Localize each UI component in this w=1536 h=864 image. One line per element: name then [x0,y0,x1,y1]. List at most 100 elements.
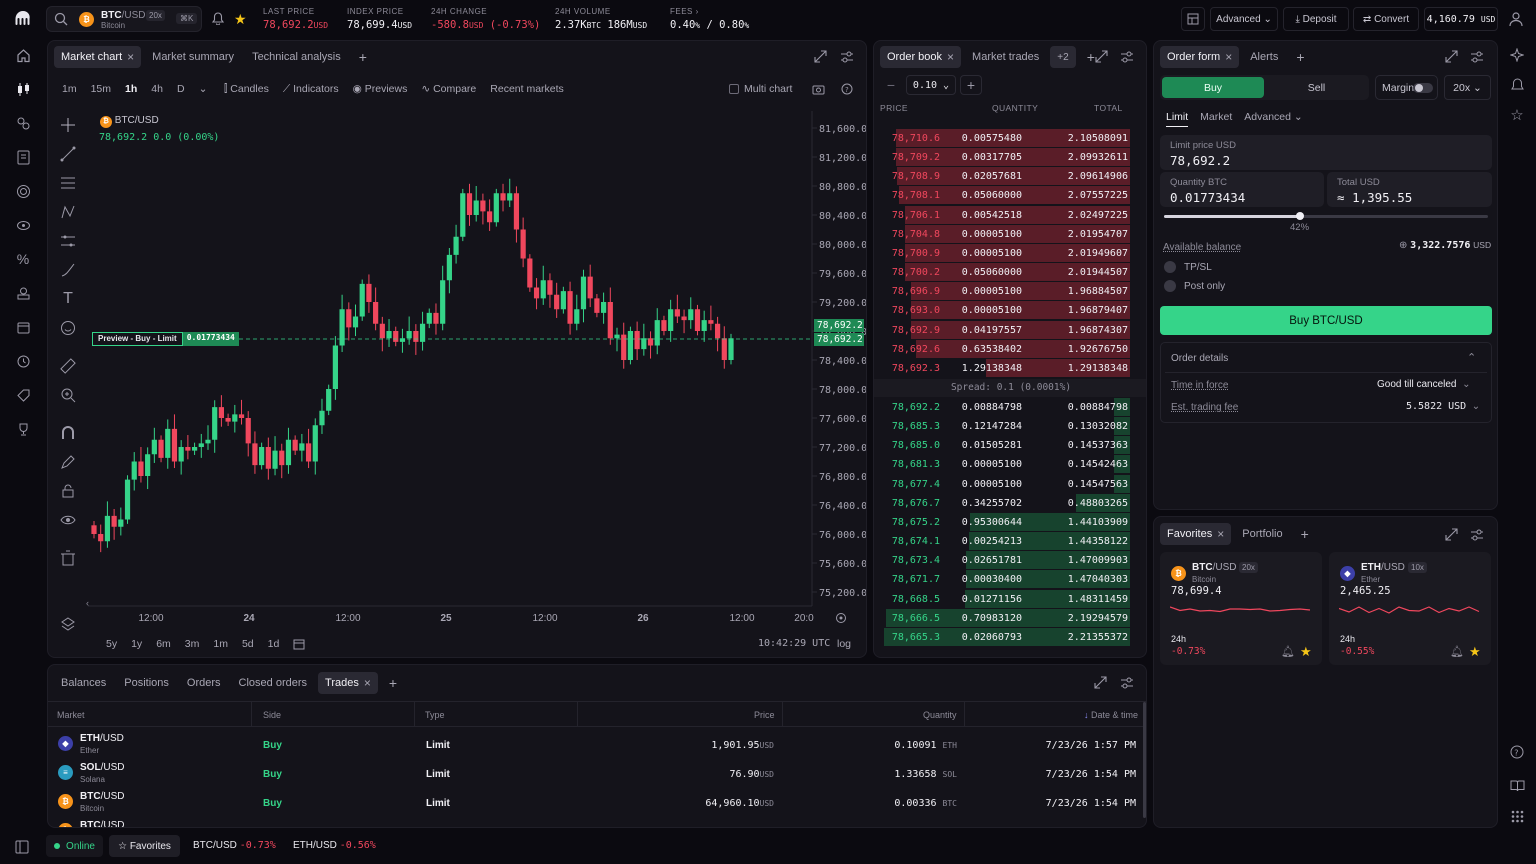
quantity-field[interactable]: Quantity BTC 0.01773434 [1160,172,1324,207]
header-market[interactable]: Market [57,710,85,720]
close-icon[interactable]: × [947,50,954,64]
tab-portfolio[interactable]: Portfolio [1235,523,1289,545]
range-5d[interactable]: 5d [242,638,254,653]
bid-row[interactable]: 78,668.5 0.01271156 1.48311459 [874,589,1130,609]
convert-button[interactable]: ⇄ Convert [1353,7,1419,31]
chevron-up-icon[interactable]: ⌃ [1467,351,1476,364]
post-only-option[interactable]: Post only [1164,280,1225,292]
range-1y[interactable]: 1y [131,638,142,653]
close-icon[interactable]: × [1217,527,1224,541]
range-6m[interactable]: 6m [156,638,171,653]
bid-row[interactable]: 78,676.7 0.34255702 0.48803265 [874,493,1130,513]
header-side[interactable]: Side [263,710,281,720]
sell-side-button[interactable]: Sell [1266,77,1367,98]
nav-home-icon[interactable] [0,40,46,70]
expand-icon[interactable] [1445,50,1458,66]
add-tab-button[interactable]: + [1294,523,1316,545]
market-selector[interactable]: ₿ BTC/USD Bitcoin 20x ⌘K [46,6,202,32]
vertical-scrollbar[interactable] [1143,702,1146,818]
order-type-advanced[interactable]: Advanced ⌄ [1244,111,1302,127]
expand-icon[interactable] [1095,50,1108,66]
favorite-card[interactable]: ₿ BTC/USD 20x Bitcoin 78,699.4 24h -0.73… [1160,552,1322,665]
favorite-star-icon[interactable]: ★ [1469,644,1481,660]
help-circle-icon[interactable]: ? [1502,737,1532,767]
advanced-mode-button[interactable]: Advanced ⌄ [1210,7,1278,31]
favorites-ticker-button[interactable]: ☆ Favorites [109,835,180,857]
expand-icon[interactable] [1094,676,1107,692]
range-5y[interactable]: 5y [106,638,117,653]
order-type-market[interactable]: Market [1200,111,1232,127]
favorite-card[interactable]: ◆ ETH/USD 10x Ether 2,465.25 24h -0.55% … [1329,552,1491,665]
ask-row[interactable]: 78,708.1 0.05060000 2.07557225 [874,186,1130,205]
ask-row[interactable]: 78,706.1 0.00542518 2.02497225 [874,205,1130,225]
ask-row[interactable]: 78,692.9 0.04197557 1.96874307 [874,320,1130,340]
account-balance[interactable]: 4,160.79 USD [1424,7,1498,31]
bid-row[interactable]: 78,685.3 0.12147284 0.13032082 [874,417,1130,436]
kraken-logo-icon[interactable] [14,10,32,28]
expand-icon[interactable] [1445,528,1458,544]
margin-toggle[interactable]: Margin [1375,75,1438,100]
favorite-star-icon[interactable]: ★ [234,11,247,28]
ask-row[interactable]: 78,693.0 0.00005100 1.96879407 [874,301,1130,320]
bid-row[interactable]: 78,692.2 0.00884798 0.00884798 [874,398,1130,417]
range-3m[interactable]: 3m [185,638,200,653]
bid-row[interactable]: 78,677.4 0.00005100 0.14547563 [874,474,1130,494]
bell-icon[interactable]: 🔔︎ [1450,645,1464,658]
nav-percent-icon[interactable]: % [0,244,46,274]
table-row[interactable]: ₿ BTC/USD Bitcoin Buy Limit 64,960.10USD… [48,787,1146,816]
bid-row[interactable]: 78,673.4 0.02651781 1.47009903 [874,551,1130,570]
tab-more[interactable]: +2 [1050,46,1076,68]
tab-balances[interactable]: Balances [54,672,113,694]
tab-alerts[interactable]: Alerts [1243,46,1285,68]
nav-trade-icon[interactable] [0,74,46,104]
chart-settings-gear-icon[interactable] [835,612,847,627]
nav-trophy-icon[interactable] [0,414,46,444]
ticker-btc[interactable]: BTC/USD -0.73% [193,840,276,851]
ask-row[interactable]: 78,708.9 0.02057681 2.09614906 [874,167,1130,186]
grouping-select[interactable]: 0.10 ⌄ [906,75,956,95]
header-type[interactable]: Type [425,710,445,720]
tpsl-checkbox[interactable] [1164,261,1176,273]
table-row[interactable]: ₿ BTC/USD Buy Limit 64,950.50USD 0.00336… [48,816,1146,827]
total-field[interactable]: Total USD ≈ 1,395.55 [1327,172,1492,207]
settings-sliders-icon[interactable] [1120,676,1134,692]
tab-order-book[interactable]: Order book × [880,46,962,68]
quantity-value[interactable]: 0.01773434 [1170,190,1245,205]
ask-row[interactable]: 78,700.9 0.00005100 2.01949607 [874,243,1130,263]
book-icon[interactable] [1502,770,1532,800]
favorite-star-icon[interactable]: ★ [1300,644,1312,660]
bid-row[interactable]: 78,681.3 0.00005100 0.14542463 [874,455,1130,474]
range-1d[interactable]: 1d [268,638,280,653]
nav-staking-icon[interactable] [0,210,46,240]
tpsl-option[interactable]: TP/SL [1164,261,1212,273]
add-tab-button[interactable]: + [382,672,404,694]
tab-market-trades[interactable]: Market trades [965,46,1046,68]
settings-sliders-icon[interactable] [1120,50,1134,66]
nav-tag-icon[interactable] [0,380,46,410]
header-price[interactable]: Price [754,710,775,720]
tab-positions[interactable]: Positions [117,672,176,694]
close-icon[interactable]: × [1225,50,1232,64]
nav-history-icon[interactable] [0,346,46,376]
ask-row[interactable]: 78,692.3 1.29138348 1.29138348 [874,358,1130,378]
bid-row[interactable]: 78,665.3 0.02060793 2.21355372 [874,627,1130,647]
ask-row[interactable]: 78,709.2 0.00317705 2.09932611 [874,148,1130,167]
nav-ledger-icon[interactable] [0,142,46,172]
tab-favorites[interactable]: Favorites × [1160,523,1232,545]
table-row[interactable]: ≡ SOL/USD Solana Buy Limit 76.90USD 1.33… [48,758,1146,787]
fees-stat[interactable]: FEES › 0.40% / 0.80% [670,7,749,31]
apps-grid-icon[interactable] [1502,801,1532,831]
bid-row[interactable]: 78,685.0 0.01505281 0.14537363 [874,436,1130,455]
leverage-select[interactable]: 20x ⌄ [1444,75,1491,100]
settings-sliders-icon[interactable] [1470,50,1484,66]
add-tab-button[interactable]: + [1289,46,1311,68]
toggle-switch[interactable] [1413,83,1433,93]
bid-row[interactable]: 78,671.7 0.00030400 1.47040303 [874,570,1130,589]
bid-row[interactable]: 78,674.1 0.00254213 1.44358122 [874,532,1130,551]
nav-target-icon[interactable] [0,176,46,206]
ask-row[interactable]: 78,704.8 0.00005100 2.01954707 [874,224,1130,244]
amount-slider[interactable] [1164,212,1488,220]
scroll-left-icon[interactable]: ‹ [86,598,89,608]
connection-status[interactable]: Online [46,835,103,857]
increase-grouping-button[interactable]: + [960,75,982,95]
